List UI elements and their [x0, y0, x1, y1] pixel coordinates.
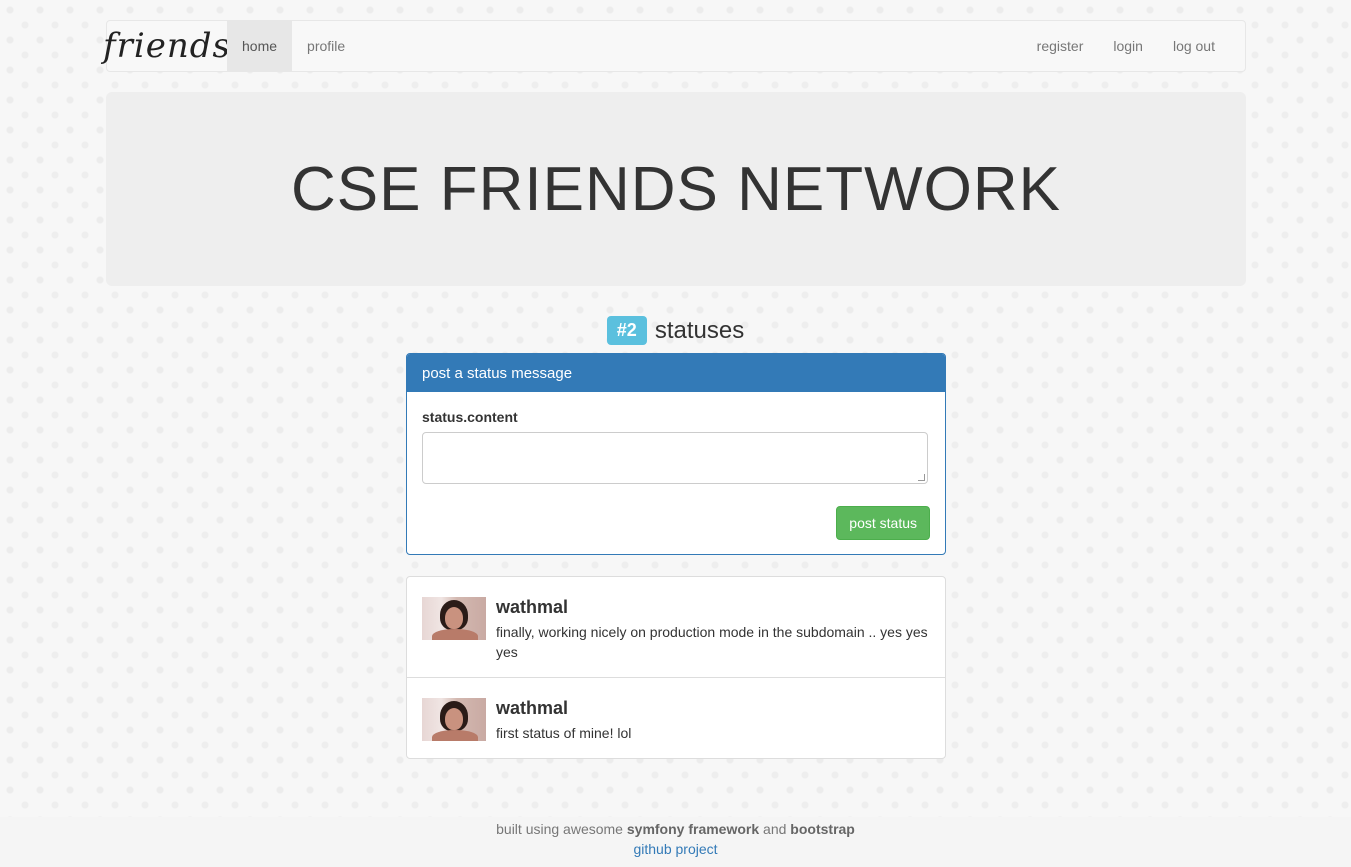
status-username[interactable]: wathmal — [496, 698, 930, 719]
status-count-badge: #2 — [606, 316, 647, 345]
nav-right-group: register login log out — [1022, 21, 1230, 71]
status-text: finally, working nicely on production mo… — [496, 624, 928, 660]
post-status-panel: post a status message status.content pos… — [406, 353, 946, 555]
footer-framework: symfony framework — [626, 821, 760, 837]
status-content: wathmal first status of mine! lol — [496, 698, 930, 743]
footer-prefix: built using awesome — [496, 821, 623, 837]
status-content-label: status.content — [422, 409, 518, 425]
list-item: wathmal finally, working nicely on produ… — [407, 577, 945, 678]
nav-item-login[interactable]: login — [1098, 21, 1158, 71]
nav-item-logout[interactable]: log out — [1158, 21, 1230, 71]
nav-item-profile[interactable]: profile — [292, 21, 360, 71]
status-username[interactable]: wathmal — [496, 597, 930, 618]
nav-left-group: home profile — [227, 21, 360, 71]
hero-jumbotron: CSE FRIENDS NETWORK — [106, 92, 1246, 286]
footer-bootstrap: bootstrap — [790, 821, 855, 837]
footer-credits: built using awesome symfony framework an… — [0, 819, 1351, 839]
status-content-textarea[interactable] — [422, 432, 928, 484]
status-list: wathmal finally, working nicely on produ… — [406, 576, 946, 759]
top-navbar: friends home profile register login log … — [103, 20, 1246, 72]
avatar[interactable] — [422, 698, 486, 741]
statuses-label: statuses — [654, 316, 745, 344]
page-title: CSE FRIENDS NETWORK — [291, 154, 1061, 224]
statuses-heading: #2 statuses — [0, 316, 1351, 345]
github-project-link[interactable]: github project — [0, 839, 1351, 859]
nav-item-home[interactable]: home — [227, 21, 293, 71]
nav-item-register[interactable]: register — [1022, 21, 1099, 71]
panel-heading: post a status message — [407, 354, 945, 392]
page-footer: built using awesome symfony framework an… — [0, 817, 1351, 867]
avatar[interactable] — [422, 597, 486, 640]
footer-and: and — [763, 821, 787, 837]
brand-logo[interactable]: friends — [103, 21, 230, 71]
status-text: first status of mine! lol — [496, 725, 632, 741]
status-content: wathmal finally, working nicely on produ… — [496, 597, 930, 662]
panel-body: status.content post status — [407, 392, 945, 540]
list-item: wathmal first status of mine! lol — [407, 678, 945, 758]
post-status-button[interactable]: post status — [836, 506, 930, 540]
